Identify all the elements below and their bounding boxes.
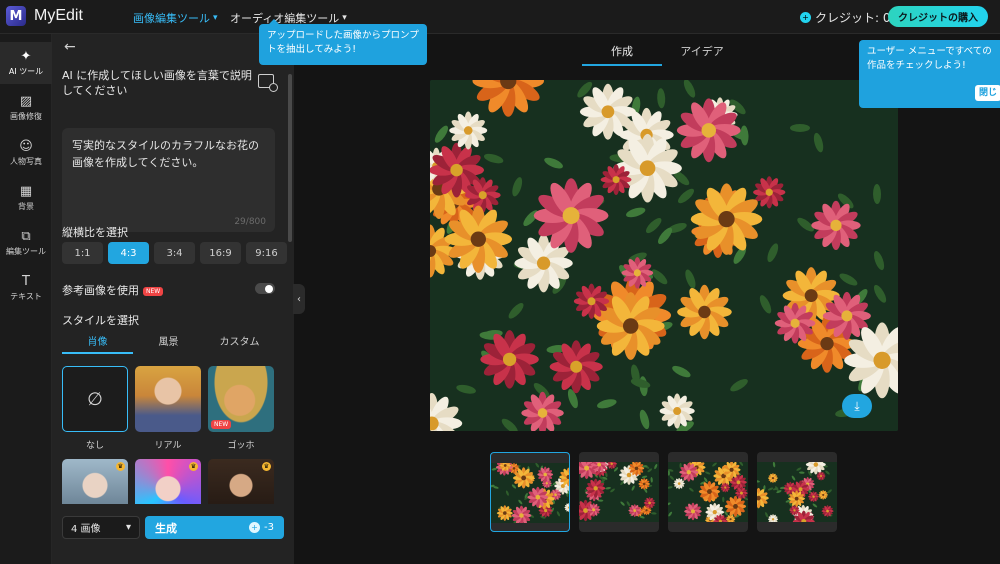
aspect-ratio-option[interactable]: 4:3: [108, 242, 149, 264]
buy-credits-button[interactable]: クレジットの購入: [888, 6, 988, 27]
generate-button[interactable]: 生成 + -3: [145, 516, 284, 539]
style-label: スタイルを選択: [62, 314, 139, 327]
portrait-icon: ☺: [19, 138, 33, 154]
chevron-down-icon: ▾: [342, 13, 347, 23]
aspect-ratio-options: 1:1 4:3 3:4 16:9 9:16: [62, 242, 287, 264]
generate-bar: 4 画像 ▾ 生成 + -3: [52, 504, 294, 564]
style-thumbnail: [135, 366, 201, 432]
app-name: MyEdit: [34, 7, 83, 24]
credit-icon: +: [800, 12, 811, 23]
premium-crown-icon: ♛: [116, 462, 125, 471]
style-tab[interactable]: カスタム: [204, 330, 275, 354]
chevron-down-icon: ▾: [125, 522, 131, 533]
callout-text: ユーザー メニューですべての作品をチェックしよう!: [867, 46, 992, 71]
prompt-textarea[interactable]: 写実的なスタイルのカラフルなお花の画像を作成してください。 29/800: [62, 128, 275, 232]
style-name: なし: [85, 441, 104, 451]
generate-label: 生成: [155, 521, 177, 535]
credit-icon: +: [249, 522, 261, 533]
result-thumbnails: [490, 452, 837, 532]
download-button[interactable]: ⤓: [842, 394, 872, 418]
rail-item-label: 画像修復: [10, 111, 42, 121]
main-tabs: 作成 アイデア: [582, 40, 742, 66]
main-tab[interactable]: 作成: [582, 40, 662, 66]
result-thumbnail[interactable]: [579, 452, 659, 532]
style-card[interactable]: ∅ なし: [62, 366, 128, 451]
reference-image-row: 参考画像を使用 NEW: [62, 282, 164, 298]
prompt-text: 写実的なスタイルのカラフルなお花の画像を作成してください。: [72, 139, 259, 169]
rail-item-label: 人物写真: [10, 156, 42, 166]
new-badge: NEW: [143, 286, 164, 296]
prompt-title: AI に作成してほしい画像を言葉で説明してください: [62, 69, 252, 97]
extract-prompt-tooltip: アップロードした画像からプロンプトを抽出してみよう!: [259, 19, 427, 65]
app-root: M MyEdit 画像編集ツール ▾ オーディオ編集ツール ▾ + クレジット:…: [0, 0, 1000, 564]
premium-crown-icon: ♛: [262, 462, 271, 471]
top-bar: M MyEdit 画像編集ツール ▾ オーディオ編集ツール ▾ + クレジット:…: [0, 0, 1000, 34]
aspect-ratio-option[interactable]: 16:9: [200, 242, 241, 264]
edit-tools-icon: ⧉: [21, 228, 31, 244]
nav-image-tools-label: 画像編集ツール: [133, 12, 210, 25]
aspect-ratio-option[interactable]: 3:4: [154, 242, 195, 264]
extract-prompt-icon[interactable]: [258, 74, 278, 92]
panel-scrollbar[interactable]: [288, 74, 292, 242]
rail-item-label: 編集ツール: [6, 246, 46, 256]
rail-item-label: テキスト: [10, 291, 42, 301]
chevron-down-icon: ▾: [213, 13, 218, 23]
rail-item[interactable]: ⧉ 編集ツール: [0, 222, 52, 264]
logo[interactable]: M MyEdit: [6, 6, 83, 26]
ai-tool-panel: ← AI に作成してほしい画像を言葉で説明してください 写実的なスタイルのカラフ…: [52, 34, 294, 564]
image-count-select[interactable]: 4 画像 ▾: [62, 516, 140, 539]
rail-item[interactable]: ✦ AI ツール: [0, 42, 52, 84]
aspect-ratio-option[interactable]: 1:1: [62, 242, 103, 264]
wand-icon: ✦: [20, 48, 32, 64]
result-thumbnail[interactable]: [757, 452, 837, 532]
background-icon: ▦: [19, 183, 33, 199]
credit-balance[interactable]: + クレジット: 0: [800, 9, 891, 26]
rail-item-label: AI ツール: [8, 66, 44, 76]
back-arrow-icon[interactable]: ←: [64, 39, 76, 55]
result-thumbnail-image: [491, 463, 569, 523]
char-counter: 29/800: [234, 217, 266, 227]
image-count-value: 4 画像: [71, 524, 101, 535]
callout-close-button[interactable]: 閉じ: [975, 85, 1000, 101]
result-thumbnail-image: [579, 462, 659, 522]
new-badge: NEW: [211, 420, 232, 429]
result-image[interactable]: [430, 80, 898, 431]
result-thumbnail-image: [668, 462, 748, 522]
user-menu-callout: ユーザー メニューですべての作品をチェックしよう! 閉じ: [859, 40, 1000, 108]
aspect-ratio-option[interactable]: 9:16: [246, 242, 287, 264]
rail-item[interactable]: T テキスト: [0, 267, 52, 309]
style-name: ゴッホ: [227, 441, 255, 451]
style-grid: ∅ なし リアル NEW ゴッホ ♛ ♛ ♛: [62, 366, 275, 525]
style-tab[interactable]: 肖像: [62, 330, 133, 354]
reference-image-toggle[interactable]: [255, 283, 275, 294]
aspect-ratio-label: 縦横比を選択: [62, 226, 128, 239]
rail-item[interactable]: ☺ 人物写真: [0, 132, 52, 174]
premium-crown-icon: ♛: [189, 462, 198, 471]
credit-label: クレジット: 0: [815, 11, 891, 25]
result-thumbnail[interactable]: [490, 452, 570, 532]
reference-image-label: 参考画像を使用: [62, 284, 139, 297]
style-tab[interactable]: 風景: [133, 330, 204, 354]
nav-image-tools[interactable]: 画像編集ツール ▾: [133, 10, 218, 26]
result-thumbnail-image: [757, 462, 837, 522]
style-tabs: 肖像 風景 カスタム: [62, 330, 275, 354]
main-tab[interactable]: アイデア: [662, 40, 742, 66]
generate-cost-value: -3: [264, 522, 274, 533]
text-icon: T: [22, 273, 30, 289]
generate-cost: + -3: [249, 522, 274, 533]
style-thumbnail: NEW: [208, 366, 274, 432]
flower-pattern-image: [430, 80, 898, 431]
rail-item[interactable]: ▦ 背景: [0, 177, 52, 219]
style-name: リアル: [154, 441, 182, 451]
tool-rail: ✦ AI ツール ▨ 画像修復 ☺ 人物写真 ▦ 背景 ⧉ 編集ツール T テキスト: [0, 34, 52, 564]
result-thumbnail[interactable]: [668, 452, 748, 532]
style-card[interactable]: NEW ゴッホ: [208, 366, 274, 451]
rail-item-label: 背景: [18, 201, 34, 211]
style-card[interactable]: リアル: [135, 366, 201, 451]
rail-item[interactable]: ▨ 画像修復: [0, 87, 52, 129]
logo-icon: M: [6, 6, 26, 26]
image-repair-icon: ▨: [19, 93, 33, 109]
no-style-thumbnail: ∅: [62, 366, 128, 432]
collapse-panel-button[interactable]: ‹: [293, 284, 305, 314]
